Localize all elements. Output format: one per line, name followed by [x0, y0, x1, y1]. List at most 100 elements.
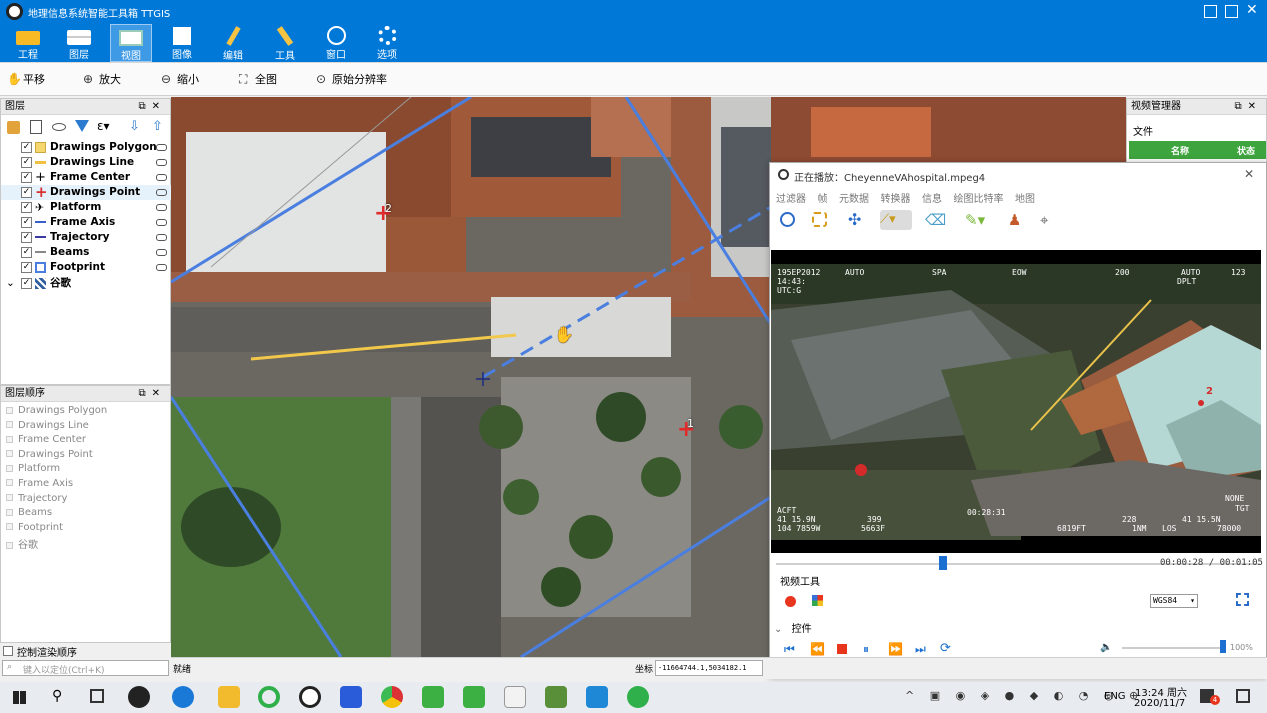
ribbon-layer-button[interactable]: 图层	[58, 24, 100, 62]
location-pin-icon[interactable]: ⌖	[1040, 210, 1060, 230]
panel-float-close-icon[interactable]: ⧉✕	[138, 99, 166, 115]
layer-visibility-icon[interactable]	[156, 159, 167, 166]
ribbon-window-button[interactable]: 窗口	[315, 24, 357, 62]
layer-checkbox[interactable]: ✓	[21, 217, 32, 228]
layer-row-google[interactable]: ⌄ ✓ 谷歌	[1, 276, 171, 291]
ribbon-edit-button[interactable]: 编辑	[212, 24, 254, 62]
layer-checkbox[interactable]: ✓	[21, 262, 32, 273]
wps-icon[interactable]	[340, 686, 362, 708]
action-center-icon[interactable]	[1236, 689, 1250, 703]
line-tool-icon[interactable]: ⟋▾	[880, 210, 912, 230]
search-icon[interactable]: ⚲	[52, 688, 62, 704]
order-item[interactable]: Drawings Line	[1, 420, 170, 435]
green-app-icon-2[interactable]	[463, 686, 485, 708]
control-order-checkbox[interactable]	[3, 646, 13, 656]
brush-icon[interactable]	[7, 121, 20, 134]
file-explorer-icon[interactable]	[218, 686, 240, 708]
layer-visibility-icon[interactable]	[156, 219, 167, 226]
locate-search-box[interactable]: ⌕ 键入以定位(Ctrl+K)	[2, 660, 169, 676]
volume-handle[interactable]	[1220, 640, 1226, 653]
full-extent-button[interactable]: ⛶ 全图	[239, 72, 277, 88]
record-button[interactable]	[785, 596, 796, 607]
layer-checkbox[interactable]: ✓	[21, 247, 32, 258]
layer-visibility-icon[interactable]	[156, 234, 167, 241]
layer-row-beams[interactable]: ✓ Beams	[1, 245, 171, 260]
layer-checkbox[interactable]: ✓	[21, 232, 32, 243]
zoom-in-button[interactable]: ⊕ 放大	[83, 72, 121, 88]
eye-icon[interactable]	[52, 123, 66, 131]
stamp-icon[interactable]: ♟	[1008, 210, 1028, 230]
capture-icon[interactable]	[1236, 593, 1249, 606]
layer-checkbox[interactable]: ✓	[21, 278, 32, 289]
fast-forward-button[interactable]: ⏩	[888, 642, 903, 656]
typora-icon[interactable]	[504, 686, 526, 708]
editor-icon[interactable]	[545, 686, 567, 708]
order-item[interactable]: Platform	[1, 463, 170, 478]
layer-checkbox[interactable]: ✓	[21, 157, 32, 168]
order-item[interactable]: Beams	[1, 507, 170, 522]
layer-row-trajectory[interactable]: ✓ Trajectory	[1, 230, 171, 245]
magnifier-icon[interactable]	[780, 212, 795, 227]
pause-button[interactable]: ⏸	[863, 642, 869, 657]
skip-end-button[interactable]: ⏭	[915, 642, 926, 657]
green-app-icon[interactable]	[422, 686, 444, 708]
panel-float-close-icon[interactable]: ⧉✕	[1234, 99, 1262, 115]
layer-checkbox[interactable]: ✓	[21, 172, 32, 183]
control-order-checkbox-row[interactable]: 控制渲染顺序	[0, 643, 171, 659]
add-group-icon[interactable]	[30, 120, 42, 134]
edge-icon[interactable]	[172, 686, 194, 708]
crs-select[interactable]: WGS84 ▾	[1150, 594, 1198, 608]
layer-visibility-icon[interactable]	[156, 189, 167, 196]
order-item[interactable]: Frame Center	[1, 434, 170, 449]
order-item[interactable]: Footprint	[1, 522, 170, 537]
native-resolution-button[interactable]: ⊙ 原始分辨率	[316, 72, 387, 88]
volume-slider[interactable]	[1122, 647, 1222, 649]
panel-float-close-icon[interactable]: ⧉✕	[138, 386, 166, 402]
task-view-icon[interactable]	[90, 689, 104, 703]
ribbon-image-button[interactable]: 图像	[161, 24, 203, 62]
loop-button[interactable]: ⟳	[940, 641, 951, 656]
clock-time[interactable]: 13:24 周六	[1135, 684, 1187, 699]
eraser-icon[interactable]: ⌫	[925, 210, 946, 230]
order-item[interactable]: Drawings Polygon	[1, 405, 170, 420]
rewind-button[interactable]: ⏪	[810, 642, 825, 656]
restore-window-icon[interactable]	[1204, 5, 1217, 18]
layer-row-platform[interactable]: ✓ ✈ Platform	[1, 200, 171, 215]
order-item[interactable]: 谷歌	[1, 536, 170, 551]
app-icon[interactable]	[128, 686, 150, 708]
ttgis-taskbar-icon[interactable]	[299, 686, 321, 708]
move-tool-icon[interactable]: ✣	[848, 210, 868, 230]
layer-visibility-icon[interactable]	[156, 264, 167, 271]
ribbon-view-button[interactable]: 视图	[110, 24, 152, 62]
filter-icon[interactable]	[75, 120, 89, 132]
layer-visibility-icon[interactable]	[156, 204, 167, 211]
order-item[interactable]: Trajectory	[1, 493, 170, 508]
refresh-app-icon[interactable]	[258, 686, 280, 708]
ribbon-project-button[interactable]: 工程	[7, 24, 49, 62]
layer-checkbox[interactable]: ✓	[21, 142, 32, 153]
layer-row-footprint[interactable]: ✓ Footprint	[1, 260, 171, 275]
chrome-icon[interactable]	[381, 686, 403, 708]
stop-button[interactable]	[837, 644, 847, 654]
expression-icon[interactable]: ε▾	[97, 119, 110, 133]
video-frame[interactable]: 195EP2012 AUTO SPA EOW 200 AUTO 123 14:4…	[771, 250, 1261, 553]
layer-row-drawings-line[interactable]: ✓ Drawings Line	[1, 155, 171, 170]
skip-start-button[interactable]: ⏮	[784, 642, 795, 657]
layer-row-drawings-polygon[interactable]: ✓ Drawings Polygon	[1, 140, 171, 155]
layer-row-frame-axis[interactable]: ✓ Frame Axis	[1, 215, 171, 230]
color-palette-icon[interactable]	[812, 595, 823, 606]
layer-row-frame-center[interactable]: ✓ + Frame Center	[1, 170, 171, 185]
layer-checkbox[interactable]: ✓	[21, 187, 32, 198]
expand-chevron-icon[interactable]: ⌄	[6, 276, 15, 291]
move-down-icon[interactable]: ⇩	[129, 119, 140, 134]
player-close-icon[interactable]: ✕	[1244, 167, 1254, 181]
controls-section-header[interactable]: ⌄ 控件	[774, 620, 1264, 635]
fullscreen-icon[interactable]	[1225, 5, 1238, 18]
ribbon-options-button[interactable]: 选项	[366, 24, 408, 62]
layer-checkbox[interactable]: ✓	[21, 202, 32, 213]
layer-row-drawings-point[interactable]: ✓ + Drawings Point	[1, 185, 171, 200]
layer-visibility-icon[interactable]	[156, 144, 167, 151]
order-item[interactable]: Drawings Point	[1, 449, 170, 464]
column-status[interactable]: 状态	[1237, 144, 1255, 157]
file-menu[interactable]: 文件	[1133, 123, 1153, 138]
